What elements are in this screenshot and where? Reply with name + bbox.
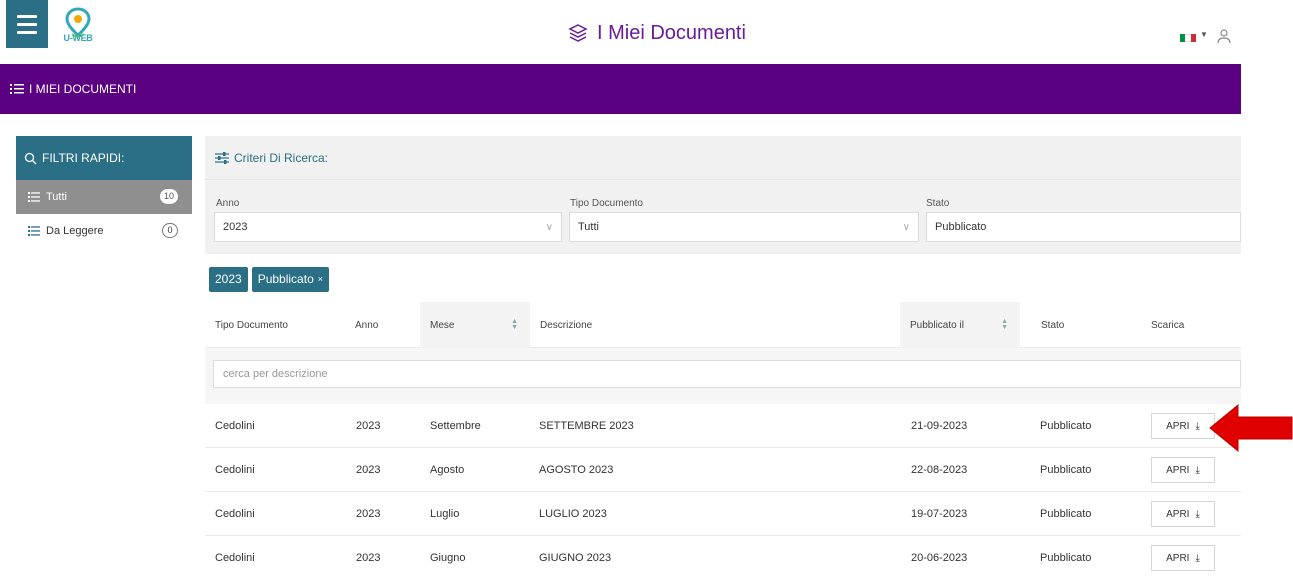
column-header-descrizione: Descrizione bbox=[540, 319, 593, 331]
column-header-anno: Anno bbox=[355, 319, 379, 331]
cell-tipo: Cedolini bbox=[215, 552, 255, 564]
column-header-stato: Stato bbox=[1041, 319, 1065, 331]
download-icon: ⤓ bbox=[1195, 508, 1200, 520]
stato-label: Stato bbox=[926, 198, 950, 209]
tipo-documento-label: Tipo Documento bbox=[570, 198, 643, 209]
cell-stato: Pubblicato bbox=[1040, 552, 1092, 564]
red-arrow-icon bbox=[1209, 403, 1293, 453]
cell-anno: 2023 bbox=[356, 508, 381, 520]
count-badge: 0 bbox=[162, 223, 178, 238]
cell-anno: 2023 bbox=[356, 552, 381, 564]
cell-stato: Pubblicato bbox=[1040, 508, 1092, 520]
quick-filter-label: Da Leggere bbox=[46, 225, 104, 237]
download-icon: ⤓ bbox=[1195, 552, 1200, 564]
quick-filters-header: FILTRI RAPIDI: bbox=[16, 136, 192, 180]
cell-mese: Giugno bbox=[430, 552, 466, 564]
sliders-icon bbox=[215, 151, 229, 164]
language-dropdown-caret-icon[interactable]: ▼ bbox=[1200, 30, 1208, 39]
column-header-mese[interactable]: Mese ▲ ▼ bbox=[420, 302, 530, 348]
table-row: Cedolini 2023 Settembre SETTEMBRE 2023 2… bbox=[205, 404, 1241, 448]
tipo-documento-select[interactable]: Tutti ∨ bbox=[569, 212, 919, 242]
sort-icon: ▲ ▼ bbox=[511, 318, 518, 331]
open-document-button[interactable]: APRI ⤓ bbox=[1151, 413, 1215, 439]
active-filters: 2023 Pubblicato × bbox=[209, 267, 330, 292]
table-row: Cedolini 2023 Agosto AGOSTO 2023 22-08-2… bbox=[205, 448, 1241, 492]
column-header-scarica: Scarica bbox=[1151, 319, 1185, 331]
cell-tipo: Cedolini bbox=[215, 508, 255, 520]
tipo-documento-value: Tutti bbox=[578, 221, 599, 233]
sort-icon: ▲ ▼ bbox=[1001, 318, 1008, 331]
cell-descrizione: SETTEMBRE 2023 bbox=[539, 420, 634, 432]
open-button-label: APRI bbox=[1166, 552, 1190, 564]
filter-chip-anno[interactable]: 2023 bbox=[209, 267, 248, 292]
quick-filter-label: Tutti bbox=[46, 191, 67, 203]
list-icon bbox=[10, 84, 24, 94]
download-icon: ⤓ bbox=[1195, 420, 1200, 432]
cell-pubblicato: 20-06-2023 bbox=[911, 552, 968, 564]
table-row: Cedolini 2023 Giugno GIUGNO 2023 20-06-2… bbox=[205, 536, 1241, 578]
cell-anno: 2023 bbox=[356, 464, 381, 476]
cell-tipo: Cedolini bbox=[215, 464, 255, 476]
section-title: I MIEI DOCUMENTI bbox=[29, 82, 137, 96]
anno-label: Anno bbox=[216, 198, 240, 209]
open-button-label: APRI bbox=[1166, 508, 1190, 520]
cell-pubblicato: 19-07-2023 bbox=[911, 508, 968, 520]
search-criteria-header: Criteri Di Ricerca: bbox=[205, 136, 1241, 180]
description-search-input[interactable] bbox=[213, 360, 1241, 388]
cell-mese: Settembre bbox=[430, 420, 481, 432]
table-header: Tipo Documento Anno Mese ▲ ▼ Descrizione … bbox=[205, 302, 1241, 348]
quick-filter-da-leggere[interactable]: Da Leggere 0 bbox=[16, 214, 192, 248]
stato-select[interactable]: Pubblicato bbox=[926, 212, 1241, 242]
open-button-label: APRI bbox=[1166, 420, 1190, 432]
user-icon[interactable] bbox=[1216, 28, 1232, 44]
page-title: I Miei Documenti bbox=[597, 22, 746, 44]
quick-filters-panel: FILTRI RAPIDI: Tutti 10 Da Leggere 0 bbox=[16, 136, 192, 248]
layers-icon bbox=[568, 23, 588, 42]
cell-mese: Luglio bbox=[430, 508, 460, 520]
cell-stato: Pubblicato bbox=[1040, 420, 1092, 432]
open-document-button[interactable]: APRI ⤓ bbox=[1151, 501, 1215, 527]
chip-label: Pubblicato bbox=[257, 272, 314, 286]
cell-pubblicato: 21-09-2023 bbox=[911, 420, 968, 432]
anno-value: 2023 bbox=[223, 221, 248, 233]
cell-tipo: Cedolini bbox=[215, 420, 255, 432]
column-header-label: Mese bbox=[430, 319, 455, 331]
open-button-label: APRI bbox=[1166, 464, 1190, 476]
cell-descrizione: LUGLIO 2023 bbox=[539, 508, 607, 520]
column-header-label: Pubblicato il bbox=[910, 319, 964, 331]
top-bar: U-WEB I Miei Documenti ▼ bbox=[0, 0, 1293, 64]
column-header-pubblicato[interactable]: Pubblicato il ▲ ▼ bbox=[900, 302, 1020, 348]
count-badge: 10 bbox=[159, 189, 178, 204]
cell-anno: 2023 bbox=[356, 420, 381, 432]
menu-icon[interactable] bbox=[6, 0, 48, 48]
chevron-down-icon: ∨ bbox=[902, 222, 910, 233]
close-icon[interactable]: × bbox=[318, 267, 323, 292]
list-icon bbox=[28, 192, 40, 202]
cell-stato: Pubblicato bbox=[1040, 464, 1092, 476]
column-header-tipo: Tipo Documento bbox=[215, 319, 288, 331]
search-icon bbox=[24, 152, 37, 164]
download-icon: ⤓ bbox=[1195, 464, 1200, 476]
stato-value: Pubblicato bbox=[935, 221, 987, 233]
anno-select[interactable]: 2023 ∨ bbox=[214, 212, 562, 242]
open-document-button[interactable]: APRI ⤓ bbox=[1151, 457, 1215, 483]
cell-pubblicato: 22-08-2023 bbox=[911, 464, 968, 476]
search-criteria-title: Criteri Di Ricerca: bbox=[234, 150, 329, 165]
chip-label: 2023 bbox=[215, 272, 242, 286]
quick-filter-tutti[interactable]: Tutti 10 bbox=[16, 180, 192, 214]
flag-italy-icon[interactable] bbox=[1180, 34, 1196, 42]
cell-descrizione: AGOSTO 2023 bbox=[539, 464, 614, 476]
list-icon bbox=[28, 226, 40, 236]
cell-mese: Agosto bbox=[430, 464, 465, 476]
logo-text: U-WEB bbox=[63, 33, 93, 43]
table-search-row bbox=[205, 348, 1241, 404]
cell-descrizione: GIUGNO 2023 bbox=[539, 552, 612, 564]
chevron-down-icon: ∨ bbox=[545, 222, 553, 233]
section-header: I MIEI DOCUMENTI bbox=[0, 64, 1241, 114]
page-title-container: I Miei Documenti bbox=[567, 22, 746, 45]
quick-filters-title: FILTRI RAPIDI: bbox=[42, 151, 125, 165]
open-document-button[interactable]: APRI ⤓ bbox=[1151, 545, 1215, 571]
filter-chip-stato[interactable]: Pubblicato × bbox=[251, 267, 330, 292]
table-row: Cedolini 2023 Luglio LUGLIO 2023 19-07-2… bbox=[205, 492, 1241, 536]
